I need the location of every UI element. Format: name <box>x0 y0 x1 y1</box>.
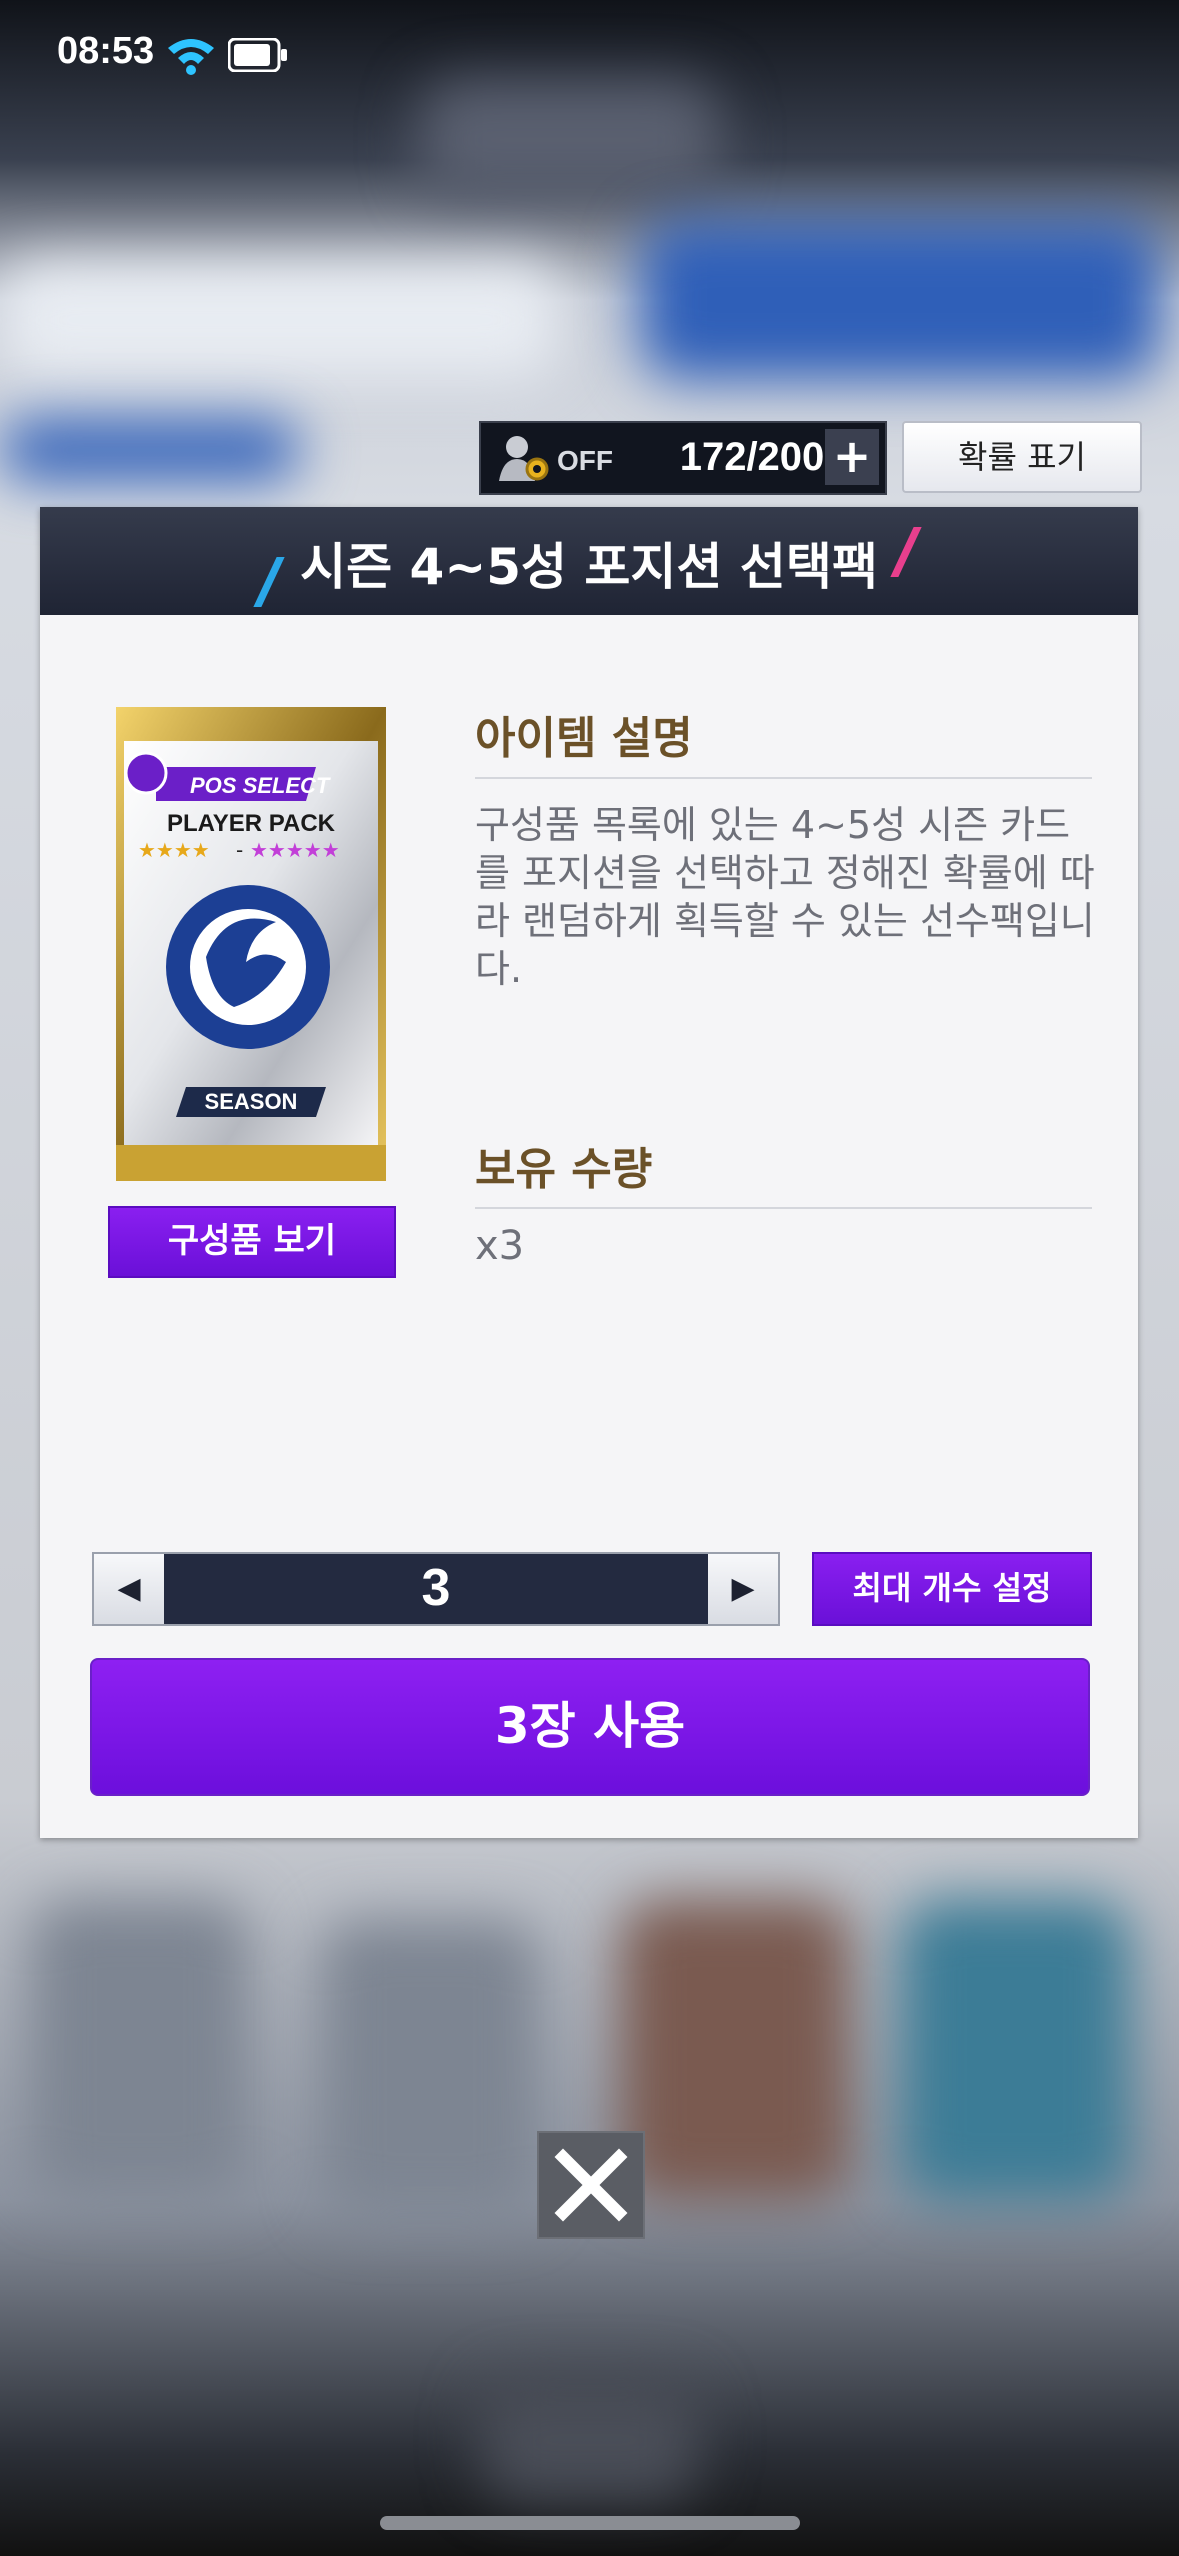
inventory-capacity: 172/200 <box>679 435 825 479</box>
quantity-stepper: ◀ 3 ▶ <box>92 1552 780 1626</box>
auto-sell-toggle-bar: OFF 172/200 + <box>479 421 887 495</box>
increase-quantity-button[interactable]: ▶ <box>708 1554 778 1624</box>
expand-capacity-button[interactable]: + <box>825 429 879 485</box>
wifi-icon <box>168 39 214 75</box>
svg-text:★★★★★: ★★★★★ <box>250 838 340 862</box>
status-time: 08:53 <box>57 30 155 72</box>
quantity-value[interactable]: 3 <box>164 1558 708 1618</box>
close-button[interactable] <box>537 2131 645 2239</box>
close-icon <box>554 2148 628 2222</box>
battery-icon <box>228 38 287 72</box>
owned-quantity-heading: 보유 수량 <box>475 1144 653 1195</box>
svg-text:-: - <box>236 838 243 862</box>
card-badge: POS SELECT <box>190 773 331 798</box>
card-name: PLAYER PACK <box>167 810 336 837</box>
item-detail-panel: 시즌 4~5성 포지션 선택팩 POS SELECT PLAYER PACK ★… <box>40 507 1138 1838</box>
club-logo-icon <box>166 885 330 1049</box>
panel-title: 시즌 4~5성 포지션 선택팩 <box>300 538 878 596</box>
description-heading: 아이템 설명 <box>475 713 693 764</box>
home-indicator[interactable] <box>380 2516 800 2530</box>
panel-header: 시즌 4~5성 포지션 선택팩 <box>40 507 1138 615</box>
use-packs-button[interactable]: 3장 사용 <box>90 1658 1090 1796</box>
description-divider <box>475 777 1092 779</box>
view-contents-button[interactable]: 구성품 보기 <box>108 1206 396 1278</box>
decrease-quantity-button[interactable]: ◀ <box>94 1554 164 1624</box>
auto-toggle-label: OFF <box>557 445 613 476</box>
owned-divider <box>475 1207 1092 1209</box>
item-description: 구성품 목록에 있는 4~5성 시즌 카드를 포지션을 선택하고 정해진 확률에… <box>475 803 1095 991</box>
player-pack-card-image: POS SELECT PLAYER PACK ★★★★ - ★★★★★ SEAS… <box>116 707 386 1181</box>
set-max-quantity-button[interactable]: 최대 개수 설정 <box>812 1552 1092 1626</box>
star-rating-icon: ★★★★ - ★★★★★ <box>138 838 340 862</box>
player-gear-icon <box>499 436 549 481</box>
card-footer: SEASON <box>205 1089 298 1114</box>
svg-text:★★★★: ★★★★ <box>138 838 210 862</box>
auto-toggle-button[interactable]: OFF <box>495 431 655 485</box>
probability-button[interactable]: 확률 표기 <box>902 421 1142 493</box>
status-bar: 08:53 <box>0 0 1179 120</box>
owned-quantity-value: x3 <box>475 1223 525 1269</box>
